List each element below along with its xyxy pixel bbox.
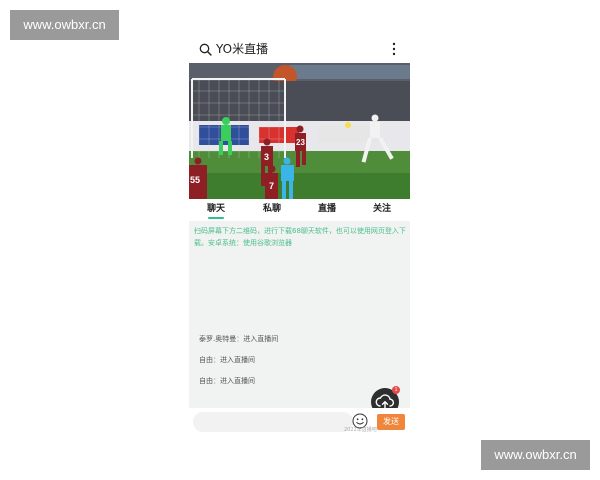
live-video-player[interactable]: 3 23 55 7 [189,63,410,199]
chat-input-bar: 发送 2022年直播吧 [189,408,410,436]
chat-panel: 扫码屏幕下方二维码，进行下载68聊天软件，也可以使用网页登入下载。安卓系统：使用… [189,221,410,416]
jersey-number: 3 [264,152,269,162]
chat-message: 自由：进入直播间 [199,376,255,386]
tab-follow[interactable]: 关注 [362,203,402,215]
watermark-bottom: www.owbxr.cn [481,440,590,470]
phone-screen: YO米直播 3 23 55 7 聊天 私聊 直播 关注 扫码屏幕下方二维码，进行… [189,36,410,436]
notification-badge: 1 [392,386,400,394]
active-tab-indicator [208,217,224,219]
chat-username: 自由 [199,356,213,364]
system-notice: 扫码屏幕下方二维码，进行下载68聊天软件，也可以使用网页登入下载。安卓系统：使用… [194,227,406,247]
chat-text: 进入直播间 [243,335,279,343]
jersey-number: 23 [296,138,305,147]
app-title: YO米直播 [216,42,269,56]
jersey-number: 7 [269,181,274,191]
tab-private-chat[interactable]: 私聊 [252,203,292,215]
app-header: YO米直播 [189,36,410,63]
chat-username: 泰罗.奥特曼 [199,335,237,343]
chat-separator: ： [213,356,220,364]
chat-message: 自由：进入直播间 [199,355,255,365]
watermark-top: www.owbxr.cn [10,10,119,40]
chat-username: 自由 [199,377,213,385]
message-input[interactable] [193,412,353,432]
chat-message: 泰罗.奥特曼：进入直播间 [199,334,278,344]
send-button[interactable]: 发送 [377,414,405,430]
footer-caption: 2022年直播吧 [344,427,377,433]
tab-live[interactable]: 直播 [307,203,347,215]
jersey-number: 55 [190,175,200,185]
tab-bar: 聊天 私聊 直播 关注 [189,199,410,221]
search-icon[interactable] [199,43,212,56]
more-vertical-icon[interactable] [389,41,399,57]
chat-separator: ： [213,377,220,385]
video-frame: 3 23 55 7 [189,63,410,199]
chat-text: 进入直播间 [220,377,255,385]
chat-text: 进入直播间 [220,356,255,364]
tab-chat[interactable]: 聊天 [196,203,236,215]
